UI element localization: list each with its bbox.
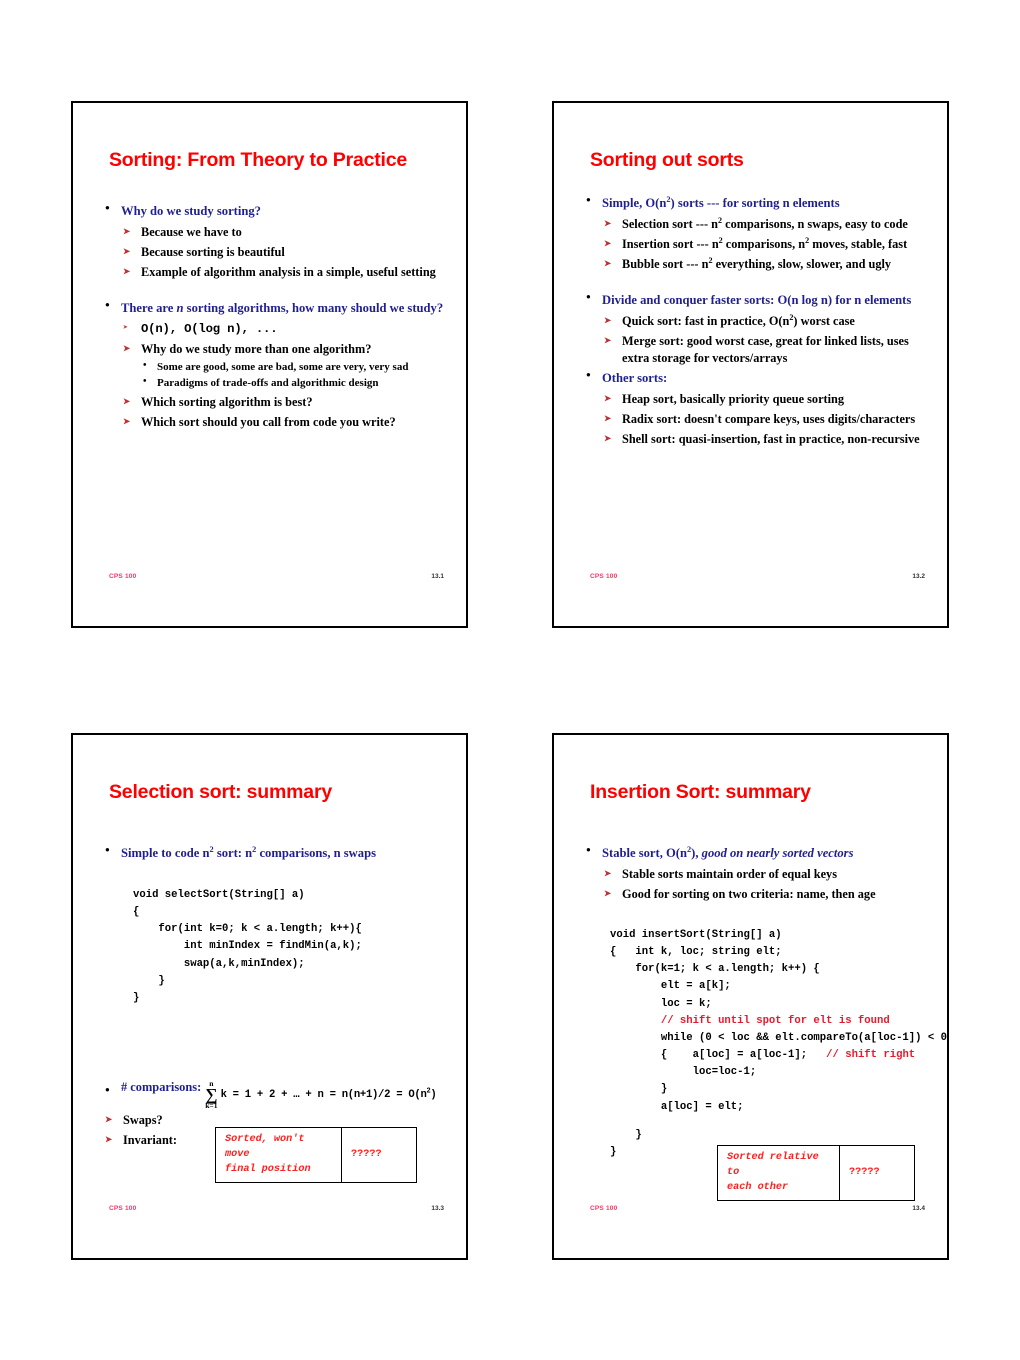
bullet-why-study-sorting: Why do we study sorting? Because we have… xyxy=(103,202,448,281)
sub-bullet-list: Selection sort --- n2 comparisons, n swa… xyxy=(602,216,929,273)
slide-title: Sorting out sorts xyxy=(590,149,744,171)
sub-bullet-stable-sorts: Stable sorts maintain order of equal key… xyxy=(602,866,929,883)
slide-title: Selection sort: summary xyxy=(109,781,332,803)
code-head: void insertSort(String[] a) { int k, loc… xyxy=(610,929,820,1010)
sub-bullet-list: Stable sorts maintain order of equal key… xyxy=(602,866,929,903)
footer-page-number: 13.4 xyxy=(912,1205,925,1212)
bullet-list-level1: Simple to code n2 sort: n2 comparisons, … xyxy=(103,844,448,863)
footer-page-number: 13.3 xyxy=(431,1205,444,1212)
sub-bullet-merge-sort: Merge sort: good worst case, great for l… xyxy=(602,333,929,368)
sub-bullet-list: Quick sort: fast in practice, O(n2) wors… xyxy=(602,313,929,368)
invariant-sorted-cell: Sorted relative to each other xyxy=(717,1144,840,1202)
bullet-list-level1: Simple, O(n2) sorts --- for sorting n el… xyxy=(584,194,929,448)
footer-course-code: CPS 100 xyxy=(590,573,618,580)
slide-title: Sorting: From Theory to Practice xyxy=(109,149,408,171)
table-row: Sorted, won't move final position ????? xyxy=(215,1126,417,1184)
slide-13-2: Sorting out sorts Simple, O(n2) sorts --… xyxy=(552,101,949,628)
sub-bullet-insertion-sort: Insertion sort --- n2 comparisons, n2 mo… xyxy=(602,236,929,253)
footer-page-number: 13.2 xyxy=(912,573,925,580)
sub-bullet: Because sorting is beautiful xyxy=(121,244,448,261)
slide-body: Why do we study sorting? Because we have… xyxy=(103,202,448,434)
bullet-how-many-to-study: There are n sorting algorithms, how many… xyxy=(103,299,448,432)
sub-bullet-two-criteria: Good for sorting on two criteria: name, … xyxy=(602,886,929,903)
comparisons-label: # comparisons: xyxy=(121,1080,202,1094)
footer-page-number: 13.1 xyxy=(431,573,444,580)
sub-bullet-radix-sort: Radix sort: doesn't compare keys, uses d… xyxy=(602,411,929,428)
sigma-icon: ∑ xyxy=(205,1084,218,1104)
sub-bullet-heap-sort: Heap sort, basically priority queue sort… xyxy=(602,391,929,408)
slide-13-1: Sorting: From Theory to Practice Why do … xyxy=(71,101,468,628)
sub-sub-bullet-list: Some are good, some are bad, some are ve… xyxy=(141,359,448,392)
sub-bullet-selection-sort: Selection sort --- n2 comparisons, n swa… xyxy=(602,216,929,233)
bullet-list-level1: Stable sort, O(n2), good on nearly sorte… xyxy=(584,844,929,903)
footer-course-code: CPS 100 xyxy=(109,1205,137,1212)
sub-bullet-best-algorithm: Which sorting algorithm is best? xyxy=(121,394,448,411)
slide-13-3: Selection sort: summary Simple to code n… xyxy=(71,733,468,1260)
sub-sub-bullet: Paradigms of trade-offs and algorithmic … xyxy=(141,375,448,391)
bullet-other-sorts: Other sorts: Heap sort, basically priori… xyxy=(584,369,929,448)
bullet-label: Divide and conquer faster sorts: O(n log… xyxy=(602,292,912,307)
code-comment-shift-until: // shift until spot for elt is found xyxy=(610,1014,890,1027)
footer-course-code: CPS 100 xyxy=(590,1205,618,1212)
bullet-stable-sort: Stable sort, O(n2), good on nearly sorte… xyxy=(584,844,929,903)
invariant-unknown-cell: ????? xyxy=(839,1144,915,1202)
sub-sub-bullet: Some are good, some are bad, some are ve… xyxy=(141,359,448,375)
comparisons-summation-line: ● # comparisons: n ∑ k=1 k = 1 + 2 + … +… xyxy=(103,1080,463,1109)
slide-handout-page: Sorting: From Theory to Practice Why do … xyxy=(0,0,1020,1360)
code-block-select-sort: void selectSort(String[] a) { for(int k=… xyxy=(133,889,362,1004)
sub-bullet-shell-sort: Shell sort: quasi-insertion, fast in pra… xyxy=(602,431,929,448)
code-block-insert-sort-tail: } } xyxy=(610,1129,642,1159)
sub-bullet-more-than-one: Why do we study more than one algorithm?… xyxy=(121,341,448,392)
bullet-simple-to-code: Simple to code n2 sort: n2 comparisons, … xyxy=(103,844,448,863)
invariant-diagram-table: Sorted, won't move final position ????? xyxy=(215,1126,417,1184)
summation-symbol: n ∑ k=1 xyxy=(205,1080,217,1109)
slide-body: Simple, O(n2) sorts --- for sorting n el… xyxy=(584,194,929,451)
bullet-label: Simple to code n2 sort: n2 comparisons, … xyxy=(121,844,376,860)
sub-bullet-bubble-sort: Bubble sort --- n2 everything, slow, slo… xyxy=(602,256,929,273)
slide-body: Simple to code n2 sort: n2 comparisons, … xyxy=(103,844,448,865)
bullet-glyph-icon: ● xyxy=(105,1085,110,1094)
code-mid2: loc=loc-1; } a[loc] = elt; xyxy=(660,1066,757,1113)
invariant-sorted-cell: Sorted, won't move final position xyxy=(215,1126,342,1184)
sub-bullet-list: O(n), O(log n), ... Why do we study more… xyxy=(121,321,448,432)
code-block-insert-sort: void insertSort(String[] a) { int k, loc… xyxy=(610,927,947,1116)
summation-lower-limit: k=1 xyxy=(205,1100,218,1110)
sub-bullet-quick-sort: Quick sort: fast in practice, O(n2) wors… xyxy=(602,313,929,330)
invariant-diagram-table: Sorted relative to each other ????? xyxy=(717,1144,915,1202)
invariant-unknown-cell: ????? xyxy=(341,1126,417,1184)
bullet-divide-and-conquer: Divide and conquer faster sorts: O(n log… xyxy=(584,291,929,368)
sub-bullet-list: Because we have to Because sorting is be… xyxy=(121,224,448,281)
sub-bullet-label: Why do we study more than one algorithm? xyxy=(141,341,372,356)
slide-body: Stable sort, O(n2), good on nearly sorte… xyxy=(584,844,929,906)
bullet-label: There are n sorting algorithms, how many… xyxy=(121,300,444,315)
sub-bullet-list: Heap sort, basically priority queue sort… xyxy=(602,391,929,448)
sub-bullet-which-sort-to-call: Which sort should you call from code you… xyxy=(121,414,448,431)
bullet-label: Simple, O(n2) sorts --- for sorting n el… xyxy=(602,194,840,210)
bullet-spacer xyxy=(584,276,929,292)
summation-equation: k = 1 + 2 + … + n = n(n+1)/2 = O(n2) xyxy=(220,1087,437,1101)
sub-bullet: Example of algorithm analysis in a simpl… xyxy=(121,264,448,281)
footer-course-code: CPS 100 xyxy=(109,573,137,580)
sub-bullet-complexities: O(n), O(log n), ... xyxy=(121,321,448,338)
bullet-label: Why do we study sorting? xyxy=(121,204,261,218)
bullet-label: Other sorts: xyxy=(602,370,668,385)
bullet-spacer xyxy=(103,284,448,300)
bullet-list-level1: Why do we study sorting? Because we have… xyxy=(103,202,448,432)
bullet-simple-on2-sorts: Simple, O(n2) sorts --- for sorting n el… xyxy=(584,194,929,273)
sub-bullet: Because we have to xyxy=(121,224,448,241)
code-comment-shift-right: // shift right xyxy=(826,1049,916,1062)
slide-13-4: Insertion Sort: summary Stable sort, O(n… xyxy=(552,733,949,1260)
slide-title: Insertion Sort: summary xyxy=(590,781,811,803)
table-row: Sorted relative to each other ????? xyxy=(717,1144,915,1202)
bullet-label: Stable sort, O(n2), good on nearly sorte… xyxy=(602,844,854,860)
